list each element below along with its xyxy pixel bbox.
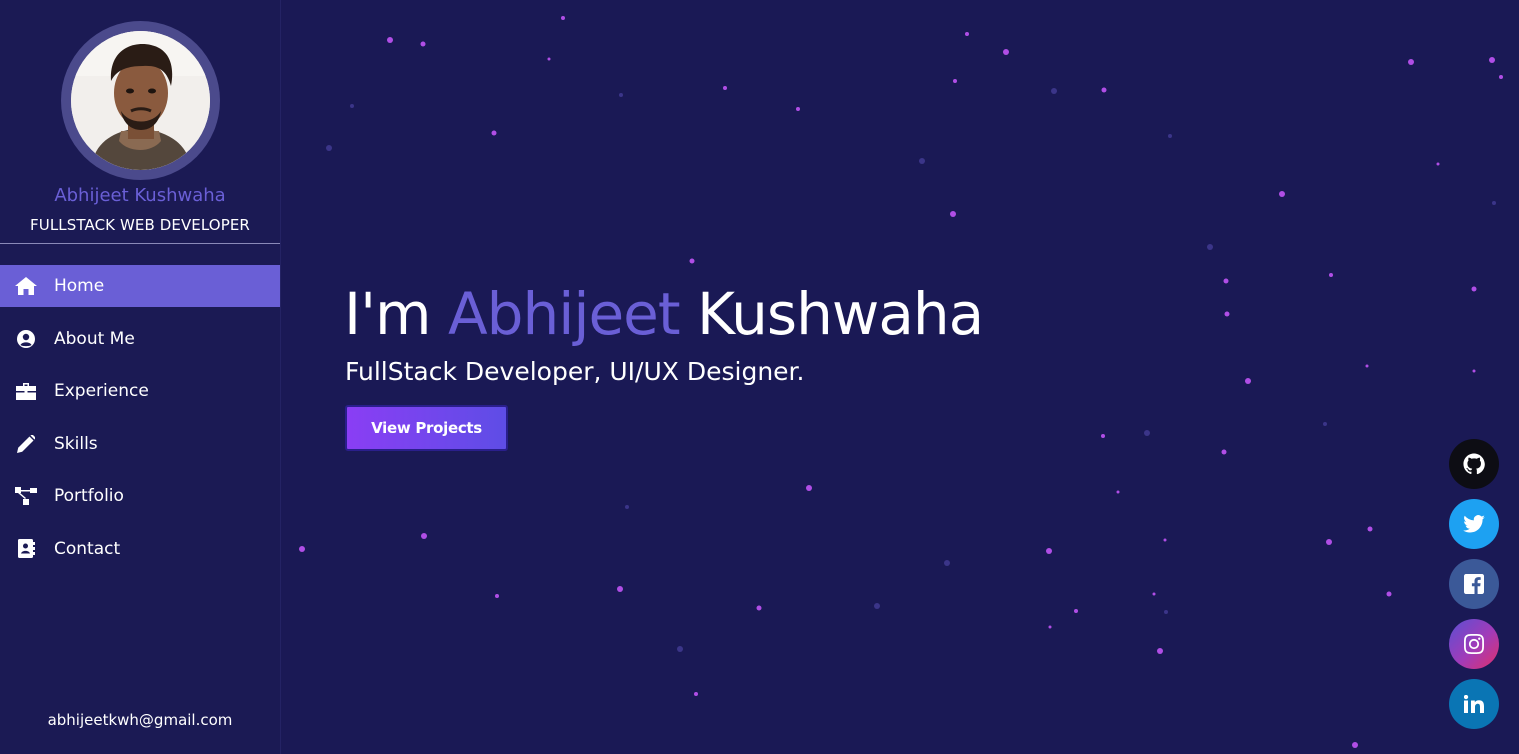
nav-item-about[interactable]: About Me [0,318,280,360]
pencil-icon [15,434,37,454]
hero-title: I'm Abhijeet Kushwaha [344,280,984,348]
nav-item-contact[interactable]: Contact [0,528,280,570]
nav-item-label: Experience [54,381,149,401]
nav-item-label: Skills [54,433,98,454]
hero-first-name: Abhijeet [448,280,681,348]
github-icon [1463,453,1485,475]
nav-item-label: About Me [54,328,135,349]
nav-item-label: Home [54,276,105,296]
linkedin-button[interactable] [1449,679,1499,729]
nav-item-skills[interactable]: Skills [0,423,280,465]
twitter-icon [1463,515,1485,533]
hero-last-name: Kushwaha [697,280,984,348]
facebook-button[interactable] [1449,559,1499,609]
profile-role: FULLSTACK WEB DEVELOPER [30,216,250,234]
nav-item-label: Contact [54,538,121,559]
hero-prefix: I'm [344,280,432,348]
contact-email[interactable]: abhijeetkwh@gmail.com [0,711,280,729]
avatar [71,31,210,170]
facebook-icon [1464,574,1484,594]
hero-subtitle: FullStack Developer, UI/UX Designer. [345,357,805,386]
nav-item-portfolio[interactable]: Portfolio [0,475,280,517]
sidebar-divider [0,243,280,244]
social-links [1449,439,1499,739]
linkedin-icon [1464,695,1484,713]
github-button[interactable] [1449,439,1499,489]
nav-item-experience[interactable]: Experience [0,370,280,412]
nav-item-home[interactable]: Home [0,265,280,307]
nav-item-label: Portfolio [54,486,124,506]
briefcase-icon [15,381,37,401]
instagram-icon [1464,634,1484,654]
twitter-button[interactable] [1449,499,1499,549]
page: Abhijeet Kushwaha FULLSTACK WEB DEVELOPE… [0,0,1519,754]
view-projects-button[interactable]: View Projects [345,405,508,451]
home-icon [15,276,37,296]
avatar-ring [61,21,220,180]
instagram-button[interactable] [1449,619,1499,669]
sidebar: Abhijeet Kushwaha FULLSTACK WEB DEVELOPE… [0,0,281,754]
sidebar-nav: Home About Me Experience Skills Portfoli… [0,265,280,580]
address-book-icon [15,539,37,559]
user-circle-icon [15,329,37,349]
profile-name: Abhijeet Kushwaha [54,185,226,206]
sitemap-icon [15,486,37,506]
